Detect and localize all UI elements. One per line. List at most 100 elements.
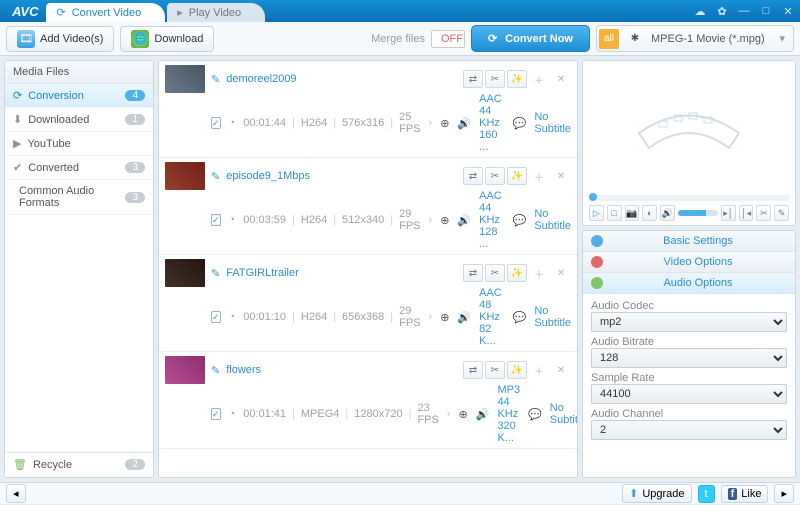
- audio-options-header[interactable]: Audio Options: [583, 273, 795, 294]
- cut-button[interactable]: ✂: [485, 167, 505, 185]
- file-title[interactable]: episode9_1Mbps: [226, 170, 310, 182]
- convert-now-button[interactable]: ⟳ Convert Now: [471, 25, 590, 52]
- file-row[interactable]: ✎flowers⇄✂✨＋✕✓◔00:01:41|MPEG4|1280x720|2…: [159, 352, 577, 449]
- twitter-button[interactable]: t: [698, 485, 715, 503]
- cloud-icon[interactable]: ☁: [692, 5, 708, 18]
- checkbox[interactable]: ✓: [211, 214, 221, 226]
- subtitle-info[interactable]: No Subtitle: [534, 305, 571, 329]
- checkbox[interactable]: ✓: [211, 408, 221, 420]
- cut-button[interactable]: ✂: [485, 361, 505, 379]
- chevron-right-icon[interactable]: ›: [429, 311, 433, 323]
- globe-icon[interactable]: ⊕: [459, 408, 468, 421]
- effects-button[interactable]: ✨: [507, 264, 527, 282]
- refresh-icon: ⟳: [488, 32, 497, 45]
- globe-icon[interactable]: ⊕: [440, 117, 449, 130]
- tab-convert-video[interactable]: ⟳ Convert Video: [46, 3, 165, 22]
- swap-button[interactable]: ⇄: [463, 167, 483, 185]
- effects-button[interactable]: ✨: [507, 167, 527, 185]
- chevron-right-icon[interactable]: ›: [429, 117, 433, 129]
- subtitle-info[interactable]: No Subtitle: [534, 208, 571, 232]
- maximize-icon[interactable]: □: [758, 5, 774, 18]
- mark-out-button[interactable]: │◂: [739, 205, 754, 221]
- download-button[interactable]: 🌐 Download: [120, 26, 214, 52]
- button-label: Convert Now: [505, 33, 573, 45]
- remove-button[interactable]: ✕: [551, 361, 571, 379]
- settings-icon[interactable]: ✿: [714, 5, 730, 18]
- facebook-like-button[interactable]: fLike: [721, 485, 769, 503]
- globe-icon[interactable]: ⊕: [440, 311, 449, 324]
- file-title[interactable]: flowers: [226, 364, 261, 376]
- eye-button[interactable]: ◐: [642, 205, 657, 221]
- swap-button[interactable]: ⇄: [463, 70, 483, 88]
- file-row[interactable]: ✎FATGIRLtrailer⇄✂✨＋✕✓◔00:01:10|H264|656x…: [159, 255, 577, 352]
- file-row[interactable]: ✎demoreel2009⇄✂✨＋✕✓◔00:01:44|H264|576x31…: [159, 61, 577, 158]
- collapse-left-button[interactable]: ◂: [6, 484, 26, 503]
- file-title[interactable]: FATGIRLtrailer: [226, 267, 299, 279]
- audio-bitrate-select[interactable]: 128: [591, 348, 787, 368]
- basic-settings-header[interactable]: Basic Settings: [583, 231, 795, 252]
- add-button[interactable]: ＋: [529, 70, 549, 88]
- minimize-icon[interactable]: —: [736, 5, 752, 18]
- sample-rate-select[interactable]: 44100: [591, 384, 787, 404]
- merge-toggle[interactable]: OFF: [431, 30, 465, 48]
- subtitle-info[interactable]: No Subtitle: [550, 402, 578, 426]
- audio-info[interactable]: AAC 48 KHz 82 K...: [479, 287, 505, 347]
- wand-button[interactable]: ✎: [774, 205, 789, 221]
- snapshot-button[interactable]: 📷: [625, 205, 640, 221]
- preview-seekbar[interactable]: [589, 195, 789, 201]
- play-button[interactable]: ▷: [589, 205, 604, 221]
- chevron-right-icon[interactable]: ›: [447, 408, 451, 420]
- stop-button[interactable]: □: [607, 205, 622, 221]
- swap-button[interactable]: ⇄: [463, 264, 483, 282]
- remove-button[interactable]: ✕: [551, 264, 571, 282]
- conversion-icon: ⟳: [13, 89, 22, 102]
- audio-codec-select[interactable]: mp2: [591, 312, 787, 332]
- sidebar-item-downloaded[interactable]: ⬇Downloaded1: [5, 108, 153, 132]
- sidebar-item-conversion[interactable]: ⟳Conversion4: [5, 84, 153, 108]
- audio-channel-select[interactable]: 2: [591, 420, 787, 440]
- effects-button[interactable]: ✨: [507, 70, 527, 88]
- edit-icon[interactable]: ✎: [211, 364, 220, 377]
- file-row[interactable]: ✎episode9_1Mbps⇄✂✨＋✕✓◔00:03:59|H264|512x…: [159, 158, 577, 255]
- merge-files-control: Merge files OFF: [371, 30, 465, 48]
- mark-in-button[interactable]: ▸│: [721, 205, 736, 221]
- add-button[interactable]: ＋: [529, 264, 549, 282]
- swap-button[interactable]: ⇄: [463, 361, 483, 379]
- audio-info[interactable]: AAC 44 KHz 160 ...: [479, 93, 505, 153]
- sidebar-item-youtube[interactable]: ▶YouTube: [5, 132, 153, 156]
- upgrade-button[interactable]: ⬆Upgrade: [622, 484, 691, 503]
- volume-slider[interactable]: [678, 210, 718, 216]
- collapse-right-button[interactable]: ▸: [774, 484, 794, 503]
- cut-button[interactable]: ✂: [756, 205, 771, 221]
- sidebar-item-label: Common Audio Formats: [19, 185, 119, 209]
- add-button[interactable]: ＋: [529, 361, 549, 379]
- sidebar-item-converted[interactable]: ✔Converted3: [5, 156, 153, 180]
- checkbox[interactable]: ✓: [211, 117, 221, 129]
- chevron-right-icon[interactable]: ›: [429, 214, 433, 226]
- sidebar-item-common-audio-formats[interactable]: Common Audio Formats 3: [5, 180, 153, 215]
- output-profile-selector[interactable]: all ✱ MPEG-1 Movie (*.mpg) ▾: [596, 25, 794, 52]
- tab-play-video[interactable]: ▸ Play Video: [167, 3, 265, 22]
- subtitle-info[interactable]: No Subtitle: [534, 111, 571, 135]
- edit-icon[interactable]: ✎: [211, 170, 220, 183]
- cut-button[interactable]: ✂: [485, 70, 505, 88]
- globe-icon[interactable]: ⊕: [440, 214, 449, 227]
- close-icon[interactable]: ✕: [780, 5, 796, 18]
- play-icon: ▸: [177, 6, 183, 19]
- sidebar-recycle[interactable]: 🗑 Recycle 2: [5, 452, 153, 477]
- volume-button[interactable]: 🔊: [660, 205, 675, 221]
- audio-info[interactable]: AAC 44 KHz 128 ...: [479, 190, 505, 250]
- add-videos-button[interactable]: 🎞 Add Video(s): [6, 26, 114, 52]
- edit-icon[interactable]: ✎: [211, 73, 220, 86]
- remove-button[interactable]: ✕: [551, 70, 571, 88]
- effects-button[interactable]: ✨: [507, 361, 527, 379]
- cut-button[interactable]: ✂: [485, 264, 505, 282]
- remove-button[interactable]: ✕: [551, 167, 571, 185]
- checkbox[interactable]: ✓: [211, 311, 221, 323]
- add-button[interactable]: ＋: [529, 167, 549, 185]
- file-title[interactable]: demoreel2009: [226, 73, 296, 85]
- edit-icon[interactable]: ✎: [211, 267, 220, 280]
- video-options-header[interactable]: Video Options: [583, 252, 795, 273]
- audio-info[interactable]: MP3 44 KHz 320 K...: [497, 384, 520, 444]
- sidebar-item-count: 3: [125, 192, 145, 203]
